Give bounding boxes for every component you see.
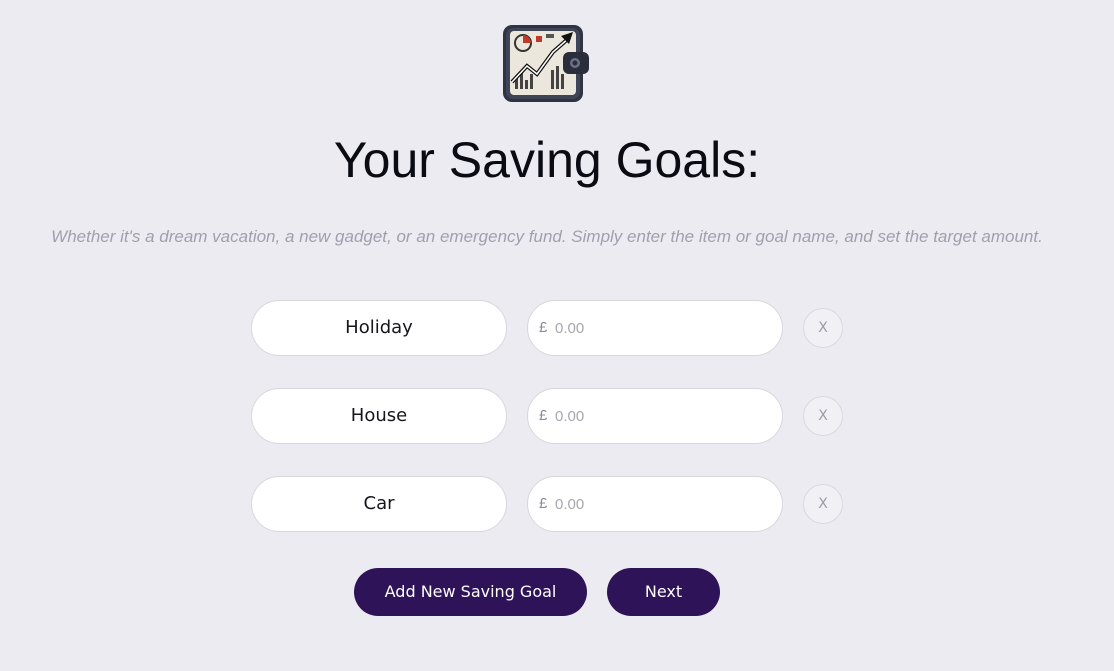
goal-name-field[interactable]: Car	[251, 476, 507, 532]
remove-goal-button[interactable]: X	[803, 484, 843, 524]
currency-symbol: £	[539, 319, 548, 336]
page-subtitle: Whether it's a dream vacation, a new gad…	[51, 227, 1043, 246]
page-title: Your Saving Goals:	[333, 132, 761, 188]
goal-row: Holiday £ X	[251, 300, 851, 356]
saving-goals-page: Your Saving Goals: Whether it's a dream …	[0, 0, 1114, 671]
next-button[interactable]: Next	[607, 568, 720, 616]
goal-name-field[interactable]: House	[251, 388, 507, 444]
remove-goal-button[interactable]: X	[803, 396, 843, 436]
goal-amount-input[interactable]	[555, 403, 755, 429]
currency-symbol: £	[539, 407, 548, 424]
wallet-growth-chart-icon	[503, 25, 589, 102]
goal-amount-field[interactable]: £	[527, 388, 783, 444]
add-saving-goal-button[interactable]: Add New Saving Goal	[354, 568, 587, 616]
remove-goal-button[interactable]: X	[803, 308, 843, 348]
goal-row: Car £ X	[251, 476, 851, 532]
goal-name-field[interactable]: Holiday	[251, 300, 507, 356]
goal-row: House £ X	[251, 388, 851, 444]
goal-amount-input[interactable]	[555, 315, 755, 341]
goal-amount-field[interactable]: £	[527, 476, 783, 532]
currency-symbol: £	[539, 495, 548, 512]
goal-amount-input[interactable]	[555, 491, 755, 517]
goal-amount-field[interactable]: £	[527, 300, 783, 356]
